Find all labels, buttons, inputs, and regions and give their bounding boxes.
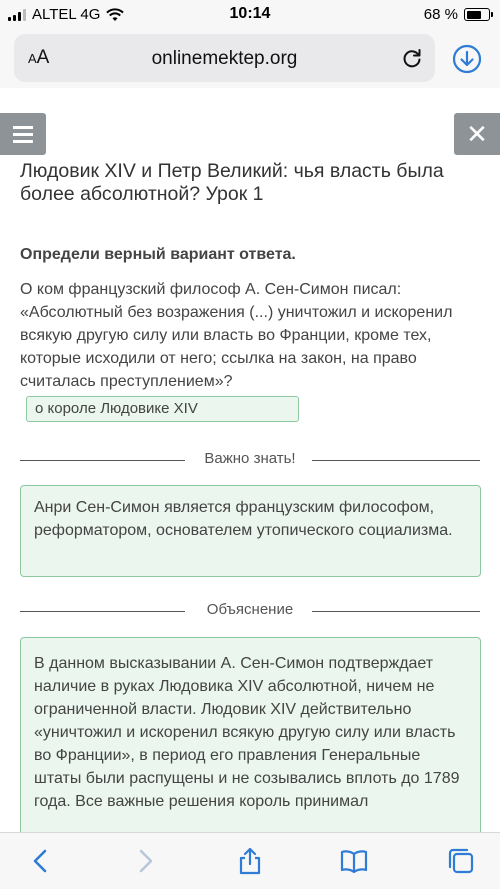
- reload-icon[interactable]: [401, 47, 423, 69]
- explanation-box: В данном высказывании А. Сен-Симон подтв…: [20, 637, 481, 837]
- forward-icon[interactable]: [131, 847, 159, 875]
- status-right: 68 %: [423, 6, 493, 23]
- back-icon[interactable]: [27, 847, 55, 875]
- share-icon[interactable]: [236, 847, 264, 875]
- battery-percent: 68 %: [423, 6, 458, 23]
- question-heading: Определи верный вариант ответа.: [20, 246, 296, 263]
- browser-toolbar: [0, 832, 500, 889]
- close-icon: ✕: [466, 119, 488, 149]
- status-bar: ALTEL 4G 10:14 68 %: [0, 0, 500, 30]
- bookmarks-icon[interactable]: [340, 847, 368, 875]
- tabs-icon[interactable]: [447, 847, 475, 875]
- explanation-divider: Объяснение: [20, 601, 480, 621]
- explanation-text: В данном высказывании А. Сен-Симон подтв…: [34, 655, 460, 810]
- browser-bar: AA onlinemektep.org: [0, 30, 500, 88]
- explanation-label: Объяснение: [192, 601, 308, 618]
- important-text: Анри Сен-Симон является французским фило…: [34, 499, 453, 539]
- important-divider: Важно знать!: [20, 450, 480, 470]
- menu-button[interactable]: [0, 113, 46, 155]
- answer-option[interactable]: о короле Людовике XIV: [26, 396, 299, 422]
- question-text: О ком французский философ А. Сен-Симон п…: [20, 281, 453, 390]
- url-text: onlinemektep.org: [151, 48, 298, 69]
- menu-icon: [13, 125, 33, 129]
- page-title: Людовик XIV и Петр Великий: чья власть б…: [20, 160, 444, 205]
- battery-fill: [466, 10, 481, 19]
- battery-icon: [464, 8, 493, 21]
- download-icon[interactable]: [452, 44, 482, 74]
- url-field[interactable]: AA onlinemektep.org: [14, 34, 435, 82]
- important-label: Важно знать!: [190, 450, 310, 467]
- close-button[interactable]: ✕: [454, 113, 500, 155]
- important-box: Анри Сен-Симон является французским фило…: [20, 485, 481, 577]
